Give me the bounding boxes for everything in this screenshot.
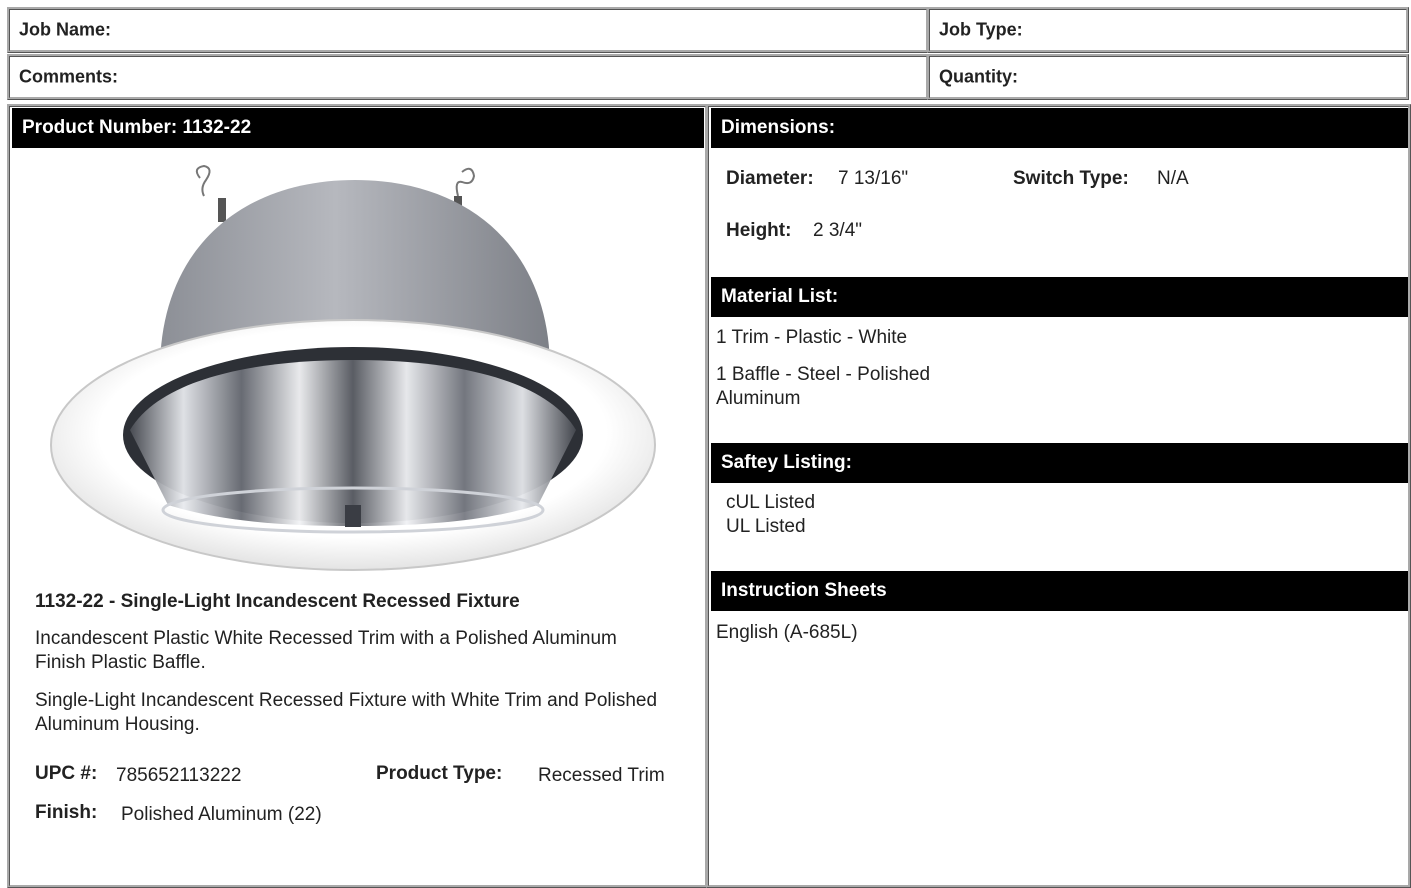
product-description-2: Single-Light Incandescent Recessed Fixtu… — [35, 690, 658, 735]
job-type-field: Job Type: — [927, 7, 1409, 53]
height-value: 2 3/4" — [813, 220, 863, 241]
product-type-label: Product Type: — [376, 763, 503, 784]
instruction-sheets-bar: Instruction Sheets — [711, 571, 1408, 611]
material-item-2-line2: Aluminum — [716, 388, 801, 409]
switch-type-label: Switch Type: — [1013, 168, 1129, 189]
quantity-label: Quantity: — [939, 66, 1018, 87]
safety-item-1: cUL Listed — [726, 492, 816, 513]
height-label: Height: — [726, 220, 792, 241]
finish-value: Polished Aluminum (22) — [121, 804, 322, 825]
finish-label: Finish: — [35, 802, 98, 823]
product-title: 1132-22 - Single-Light Incandescent Rece… — [35, 591, 520, 612]
comments-field: Comments: — [7, 54, 929, 100]
upc-value: 785652113222 — [116, 765, 242, 786]
comments-label: Comments: — [19, 66, 119, 87]
job-name-label: Job Name: — [19, 19, 112, 40]
quantity-field: Quantity: — [927, 54, 1409, 100]
diameter-value: 7 13/16" — [838, 168, 909, 189]
job-type-label: Job Type: — [939, 19, 1023, 40]
product-type-value: Recessed Trim — [538, 765, 665, 786]
dimensions-bar: Dimensions: — [711, 108, 1408, 148]
job-name-field: Job Name: — [7, 7, 929, 53]
diameter-label: Diameter: — [726, 168, 814, 189]
material-item-1: 1 Trim - Plastic - White — [716, 327, 908, 348]
product-description-1: Incandescent Plastic White Recessed Trim… — [35, 628, 617, 673]
product-number-bar: Product Number: 1132-22 — [12, 108, 704, 148]
material-item-2-line1: 1 Baffle - Steel - Polished — [716, 364, 931, 385]
fixture-image — [50, 164, 656, 571]
instruction-link-english[interactable]: English (A-685L) — [716, 621, 858, 645]
safety-listing-bar: Saftey Listing: — [711, 443, 1408, 483]
material-list-bar: Material List: — [711, 277, 1408, 317]
switch-type-value: N/A — [1157, 168, 1189, 189]
safety-item-2: UL Listed — [726, 516, 806, 537]
upc-label: UPC #: — [35, 763, 98, 784]
